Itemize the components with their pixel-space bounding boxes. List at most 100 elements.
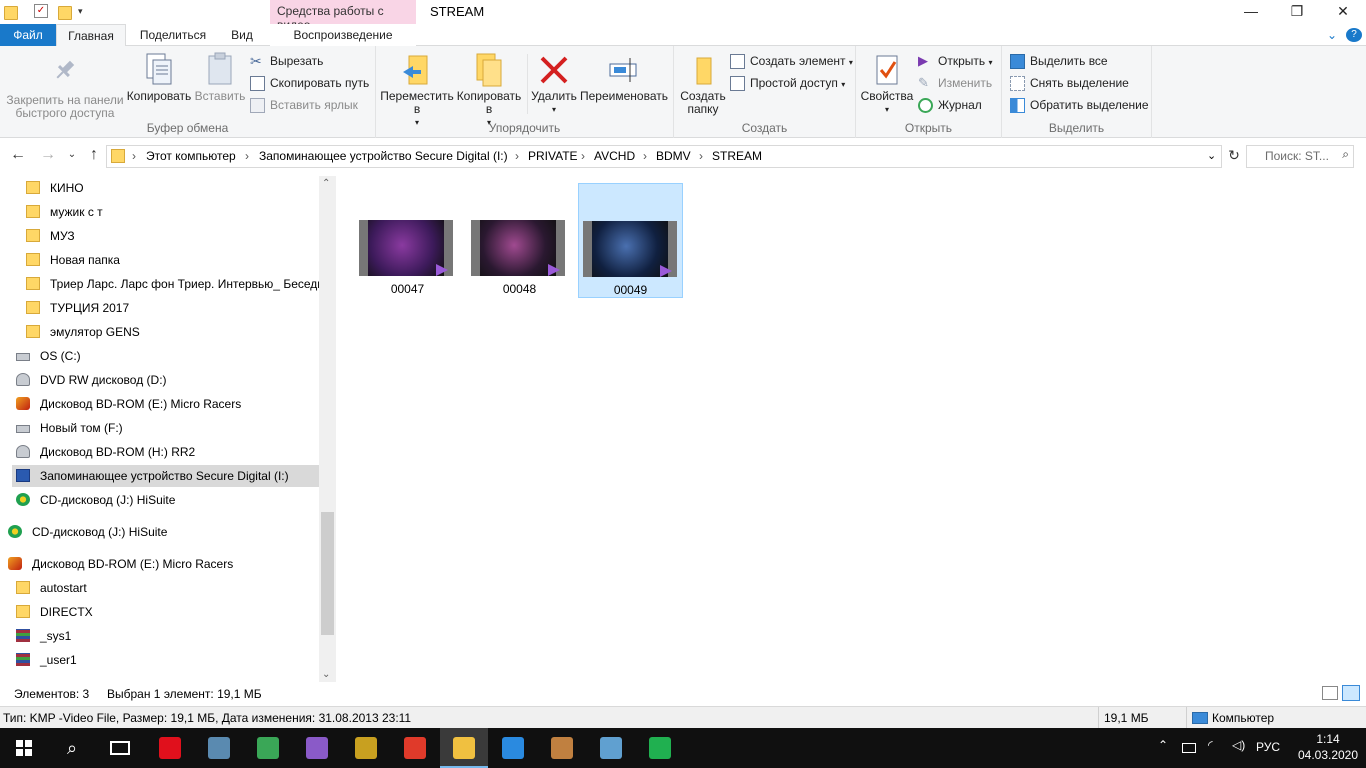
nav-item[interactable]: Дисковод BD-ROM (H:) RR2	[12, 441, 319, 463]
recent-locations-button[interactable]: ⌄	[62, 146, 82, 166]
history-button[interactable]: Журнал	[918, 96, 982, 116]
wifi-icon[interactable]: ◜	[1208, 738, 1213, 752]
paint-taskbar-button[interactable]	[587, 728, 635, 768]
nav-item[interactable]: Дисковод BD-ROM (E:) Micro Racers	[4, 553, 319, 575]
breadcrumb-stream[interactable]: STREAM	[712, 149, 762, 163]
folder-icon	[26, 253, 40, 266]
tab-share[interactable]: Поделиться	[132, 24, 214, 46]
nav-item[interactable]: эмулятор GENS	[22, 321, 319, 343]
copy-button[interactable]: Копировать	[126, 52, 192, 103]
new-folder-icon	[687, 52, 719, 85]
tab-playback[interactable]: Воспроизведение	[270, 24, 416, 46]
easy-access-button[interactable]: Простой доступ ▾	[730, 74, 845, 94]
nav-item[interactable]: ТУРЦИЯ 2017	[22, 297, 319, 319]
address-dropdown-icon[interactable]: ⌄	[1207, 149, 1216, 162]
invert-selection-button[interactable]: Обратить выделение	[1010, 96, 1149, 116]
select-all-button[interactable]: Выделить все	[1010, 52, 1108, 72]
file-explorer-taskbar-button[interactable]	[440, 728, 488, 768]
qat-dropdown-icon[interactable]: ▾	[78, 4, 92, 18]
photos-taskbar-button[interactable]	[195, 728, 243, 768]
cut-button[interactable]: ✂ Вырезать	[250, 52, 323, 72]
nav-item[interactable]: _sys1	[12, 625, 319, 647]
paste-button[interactable]: Вставить	[192, 52, 248, 103]
copy-path-button[interactable]: Скопировать путь	[250, 74, 369, 94]
properties-button[interactable]: Свойства ▾	[860, 52, 914, 116]
search-input[interactable]: Поиск: ST... ⌕	[1246, 145, 1354, 168]
nav-item[interactable]: Дисковод BD-ROM (E:) Micro Racers	[12, 393, 319, 415]
breadcrumb-sd-card[interactable]: Запоминающее устройство Secure Digital (…	[259, 149, 508, 163]
move-to-button[interactable]: Переместить в ▾	[380, 52, 454, 129]
nav-item[interactable]: DVD RW дисковод (D:)	[12, 369, 319, 391]
battery-icon[interactable]	[1182, 743, 1196, 753]
nav-item[interactable]: КИНО	[22, 177, 319, 199]
nav-item[interactable]: autostart	[12, 577, 319, 599]
nav-item[interactable]: Новая папка	[22, 249, 319, 271]
folder-icon	[26, 181, 40, 194]
visual-studio-taskbar-button[interactable]	[293, 728, 341, 768]
minimize-button[interactable]: —	[1228, 0, 1274, 24]
details-view-icon[interactable]	[1322, 686, 1338, 700]
breadcrumb-private[interactable]: PRIVATE	[528, 149, 578, 163]
open-button[interactable]: ▶ Открыть ▾	[918, 52, 993, 72]
breadcrumb-bdmv[interactable]: BDMV	[656, 149, 691, 163]
nav-item[interactable]: мужик с т	[22, 201, 319, 223]
properties-icon[interactable]: ✓	[34, 4, 48, 18]
tab-file[interactable]: Файл	[0, 24, 56, 46]
scroll-down-icon[interactable]: ⌄	[322, 669, 330, 680]
game-app-taskbar-button[interactable]	[538, 728, 586, 768]
task-view-icon[interactable]	[96, 728, 144, 768]
clock-time[interactable]: 1:14	[1308, 732, 1348, 746]
new-folder-icon[interactable]	[58, 6, 72, 20]
search-icon[interactable]: ⌕	[48, 728, 96, 768]
nav-item[interactable]: CD-дисковод (J:) HiSuite	[12, 489, 319, 511]
address-bar[interactable]: › Этот компьютер › Запоминающее устройст…	[106, 145, 1222, 168]
help-icon[interactable]: ?	[1346, 28, 1362, 42]
nav-item[interactable]: _user1	[12, 649, 319, 671]
nav-item[interactable]: OS (C:)	[12, 345, 319, 367]
lightning-app-taskbar-button[interactable]	[489, 728, 537, 768]
file-item[interactable]: 00049	[578, 183, 683, 298]
start-button[interactable]	[0, 728, 48, 768]
scroll-up-icon[interactable]: ⌃	[322, 178, 330, 189]
file-item[interactable]: 00047	[355, 183, 460, 298]
maximize-button[interactable]: ❐	[1274, 0, 1320, 24]
tab-view[interactable]: Вид	[222, 24, 262, 46]
nav-item[interactable]: DIRECTX	[12, 601, 319, 623]
back-button[interactable]: ←	[8, 146, 28, 166]
breadcrumb-this-pc[interactable]: Этот компьютер	[146, 149, 236, 163]
nav-scrollbar-thumb[interactable]	[321, 512, 334, 635]
file-item[interactable]: 00048	[467, 183, 572, 298]
up-button[interactable]: ↑	[84, 146, 104, 166]
new-item-button[interactable]: Создать элемент ▾	[730, 52, 853, 72]
nav-item[interactable]: Триер Ларс. Ларс фон Триер. Интервью_ Бе…	[22, 273, 319, 295]
yandex-browser-taskbar-button[interactable]	[391, 728, 439, 768]
collapse-ribbon-icon[interactable]: ⌄	[1324, 24, 1340, 46]
breadcrumb-avchd[interactable]: AVCHD	[594, 149, 635, 163]
pin-quick-access-button[interactable]: Закрепить на панели быстрого доступа	[4, 52, 126, 120]
show-hidden-icons[interactable]: ⌃	[1158, 738, 1168, 752]
nav-item[interactable]: CD-дисковод (J:) HiSuite	[4, 521, 319, 543]
close-button[interactable]: ✕	[1320, 0, 1366, 24]
new-folder-button[interactable]: Создать папку	[678, 52, 728, 116]
paste-shortcut-button[interactable]: Вставить ярлык	[250, 96, 358, 116]
edit-button[interactable]: ✎ Изменить	[918, 74, 992, 94]
delete-button[interactable]: Удалить ▾	[530, 52, 578, 116]
select-none-button[interactable]: Снять выделение	[1010, 74, 1129, 94]
nav-item[interactable]: МУЗ	[22, 225, 319, 247]
movie-maker-taskbar-button[interactable]	[342, 728, 390, 768]
volume-icon[interactable]: ◁)	[1232, 738, 1245, 752]
large-icons-view-icon[interactable]	[1342, 685, 1360, 701]
language-indicator[interactable]: РУС	[1256, 740, 1280, 754]
shield-app-taskbar-button[interactable]	[636, 728, 684, 768]
rename-button[interactable]: Переименовать	[578, 52, 670, 103]
chrome-taskbar-button[interactable]	[244, 728, 292, 768]
nav-item[interactable]: Запоминающее устройство Secure Digital (…	[12, 465, 319, 487]
tab-home[interactable]: Главная	[56, 24, 126, 47]
refresh-button[interactable]: ↻	[1224, 146, 1244, 166]
copy-to-button[interactable]: Копировать в ▾	[454, 52, 524, 129]
forward-button[interactable]: →	[38, 146, 58, 166]
movie-maker-icon	[355, 737, 377, 759]
opera-taskbar-button[interactable]	[146, 728, 194, 768]
nav-item[interactable]: Новый том (F:)	[12, 417, 319, 439]
clock-date[interactable]: 04.03.2020	[1296, 748, 1360, 762]
